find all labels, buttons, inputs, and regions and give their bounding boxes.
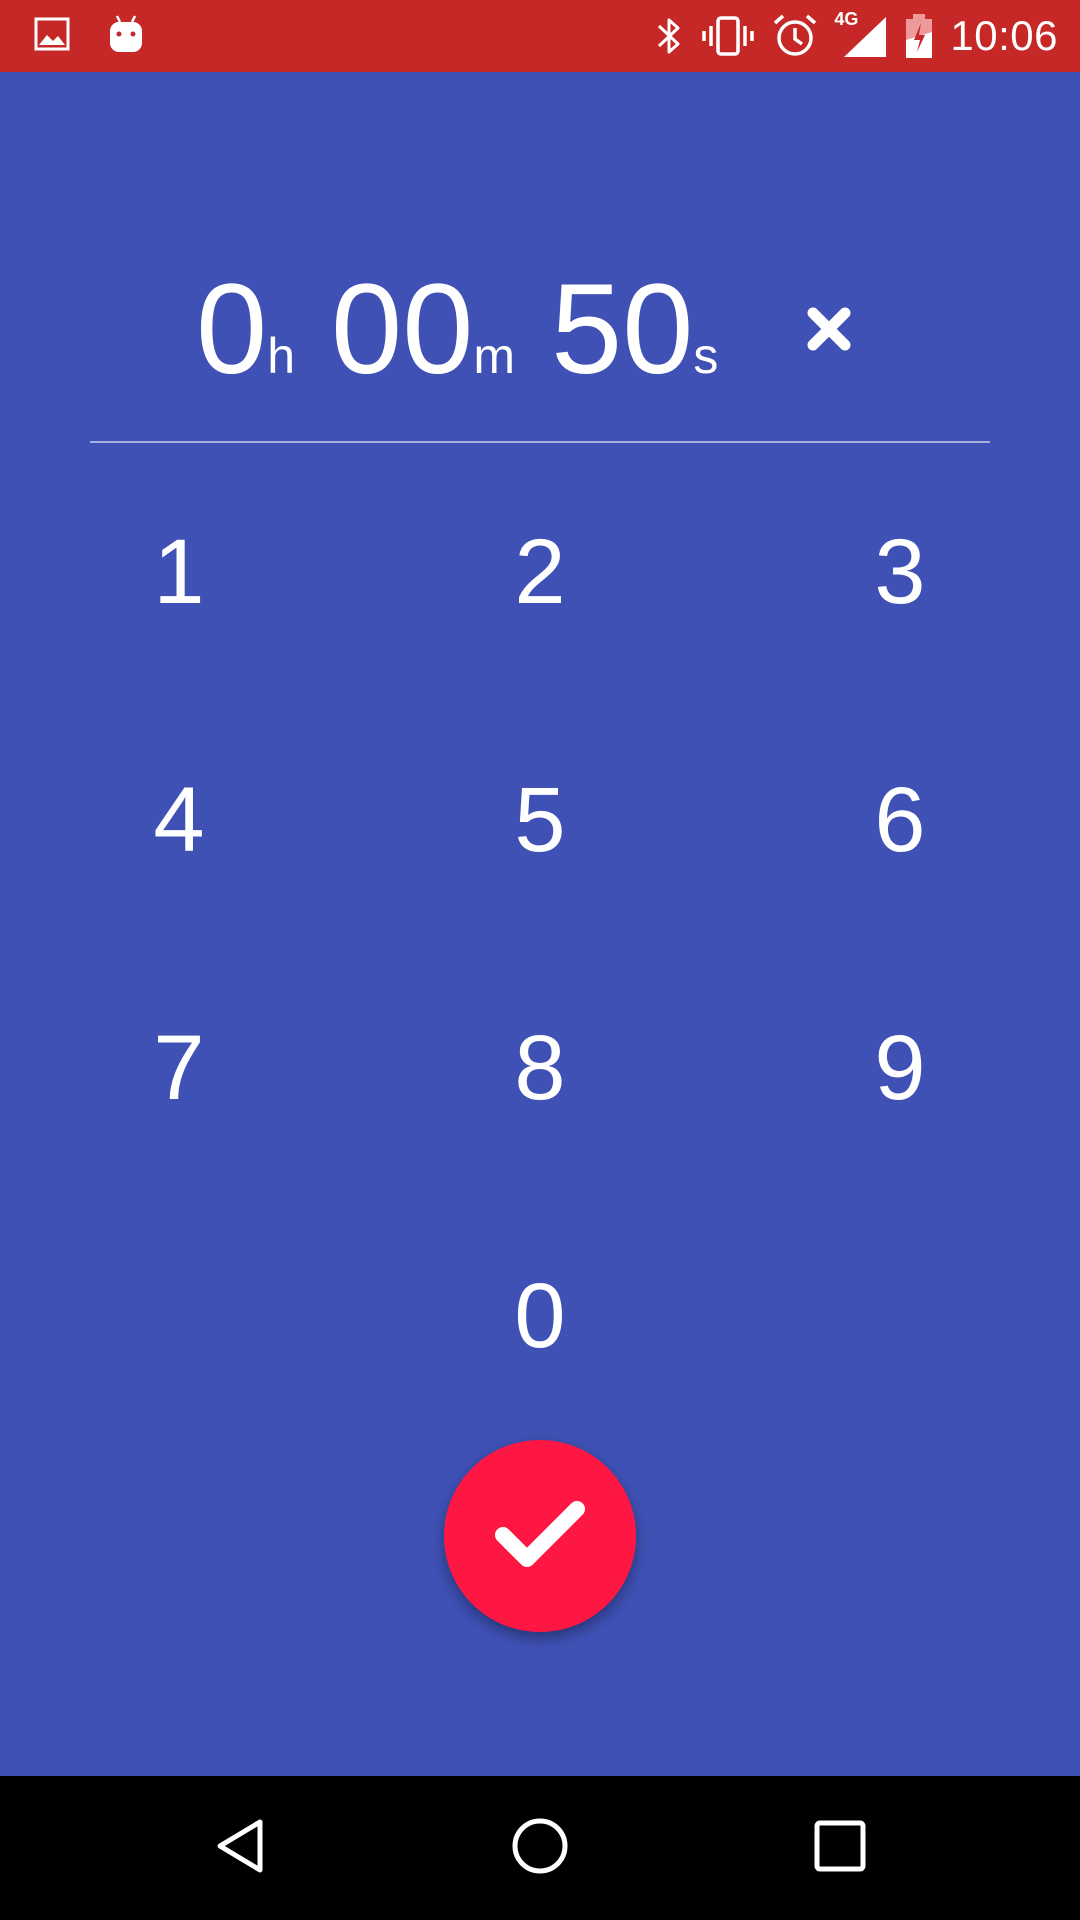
key-2[interactable]: 2 — [440, 492, 640, 652]
key-4[interactable]: 4 — [79, 740, 279, 900]
image-icon — [34, 16, 70, 52]
recents-icon — [812, 1818, 868, 1879]
key-6[interactable]: 6 — [800, 740, 1000, 900]
key-3[interactable]: 3 — [800, 492, 1000, 652]
network-type-label: 4G — [834, 9, 859, 29]
back-icon — [210, 1816, 270, 1881]
start-timer-button[interactable] — [444, 1440, 636, 1632]
key-5[interactable]: 5 — [440, 740, 640, 900]
key-7[interactable]: 7 — [79, 988, 279, 1148]
back-button[interactable] — [200, 1808, 280, 1888]
key-0[interactable]: 0 — [440, 1236, 640, 1396]
key-1[interactable]: 1 — [79, 492, 279, 652]
navigation-bar — [0, 1776, 1080, 1920]
timer-setup-screen: 0h 00m 50s 1 2 3 4 5 6 7 8 9 0 — [0, 72, 1080, 1776]
home-icon — [510, 1816, 570, 1881]
bluetooth-icon — [654, 14, 684, 58]
battery-icon — [904, 12, 934, 60]
status-bar: 4G 10:06 — [0, 0, 1080, 72]
alarm-icon — [772, 13, 818, 59]
check-icon — [495, 1499, 585, 1574]
android-icon — [108, 14, 144, 54]
key-8[interactable]: 8 — [440, 988, 640, 1148]
status-time: 10:06 — [950, 12, 1058, 59]
recents-button[interactable] — [800, 1808, 880, 1888]
signal-icon: 4G — [834, 9, 888, 59]
home-button[interactable] — [500, 1808, 580, 1888]
vibrate-icon — [700, 14, 756, 58]
key-9[interactable]: 9 — [800, 988, 1000, 1148]
